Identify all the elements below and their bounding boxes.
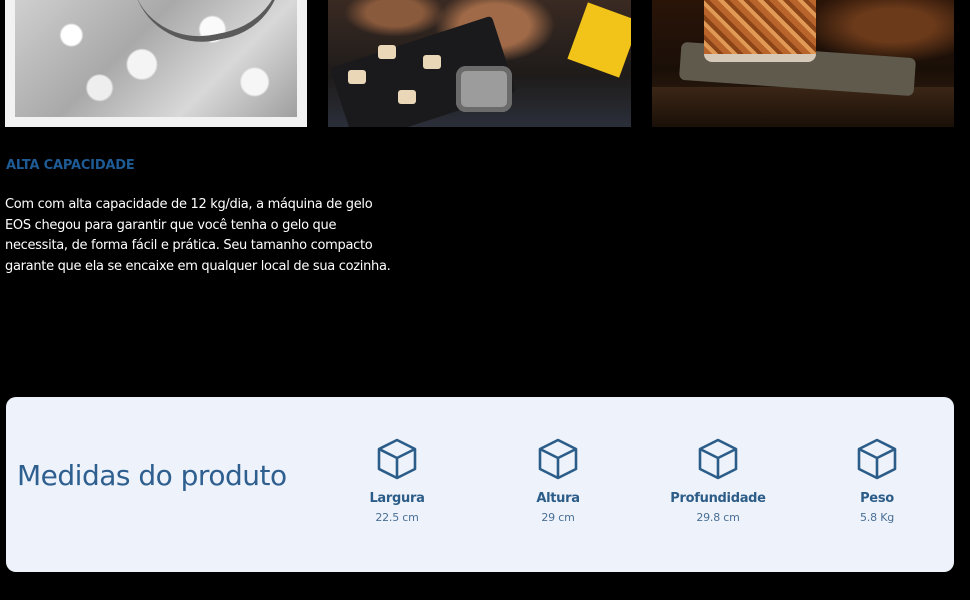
cube-icon <box>538 438 578 480</box>
measure-value: 29 cm <box>541 511 575 524</box>
measure-label: Peso <box>860 491 894 506</box>
feature-description: Com com alta capacidade de 12 kg/dia, a … <box>5 197 391 274</box>
measure-value: 5.8 Kg <box>860 511 894 524</box>
measure-value: 29.8 cm <box>696 511 740 524</box>
measure-label: Largura <box>369 491 425 506</box>
cube-icon <box>377 438 417 480</box>
appetizers-photo <box>328 0 631 127</box>
measure-weight: Peso 5.8 Kg <box>812 437 942 524</box>
feature-title: ALTA CAPACIDADE <box>6 158 135 173</box>
measure-label: Altura <box>536 491 580 506</box>
measure-label: Profundidade <box>670 491 766 506</box>
cube-icon <box>698 438 738 480</box>
product-measures-card: Medidas do produto Largura 22.5 cm Altur… <box>6 397 954 572</box>
measure-width: Largura 22.5 cm <box>332 437 462 524</box>
measure-value: 22.5 cm <box>375 511 419 524</box>
measure-height: Altura 29 cm <box>493 437 623 524</box>
photo-gallery <box>0 0 970 128</box>
cube-icon <box>857 438 897 480</box>
measure-depth: Profundidade 29.8 cm <box>653 437 783 524</box>
measures-title: Medidas do produto <box>17 459 287 492</box>
whisky-glass-photo <box>652 0 954 127</box>
ice-cubes-photo <box>5 0 307 127</box>
